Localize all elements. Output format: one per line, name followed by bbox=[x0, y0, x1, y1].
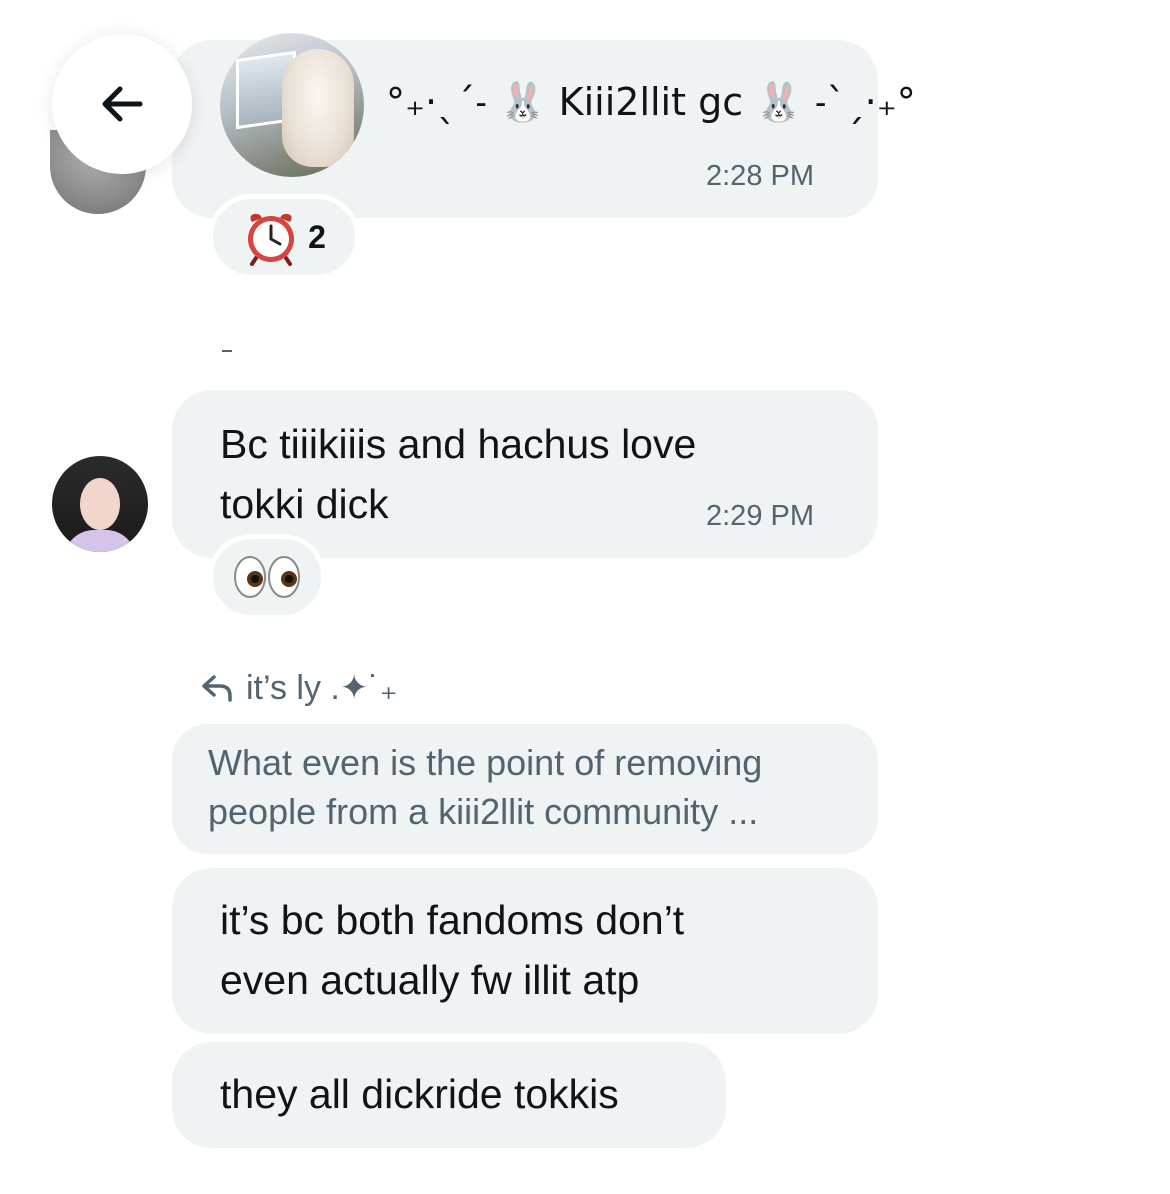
reply-context: it’s ly .✦˙₊ bbox=[200, 668, 398, 708]
arrow-left-icon bbox=[102, 86, 143, 122]
divider-mark bbox=[222, 350, 232, 352]
avatar-shirt bbox=[64, 530, 136, 552]
dm-conversation: °₊·ˎˊ˗ 🐰 Kiii2llit gc 🐰 ˗ˋˏ·₊° 2:28 PM 2… bbox=[0, 0, 1170, 1194]
group-avatar-plush bbox=[282, 49, 354, 167]
message-text-line: tokki dick bbox=[220, 481, 389, 527]
message-text-line: it’s bc both fandoms don’t bbox=[220, 897, 685, 943]
message-text-line: they all dickride tokkis bbox=[220, 1071, 619, 1117]
reply-author: it’s ly .✦˙₊ bbox=[246, 669, 398, 707]
back-button[interactable] bbox=[52, 34, 192, 174]
reaction-count: 2 bbox=[308, 218, 326, 255]
quoted-line: people from a kiii2llit community ... bbox=[208, 791, 759, 832]
quoted-line: What even is the point of removing bbox=[208, 742, 763, 783]
eyes-icon bbox=[234, 556, 300, 598]
quoted-message-text: What even is the point of removing peopl… bbox=[208, 738, 858, 836]
shared-card-timestamp: 2:28 PM bbox=[706, 160, 814, 192]
reaction-eyes[interactable] bbox=[208, 534, 326, 620]
reaction-alarm-clock[interactable]: 2 bbox=[208, 194, 360, 280]
alarm-clock-icon bbox=[248, 213, 295, 266]
message-timestamp: 2:29 PM bbox=[706, 500, 814, 532]
message-text-line: Bc tiiikiiis and hachus love bbox=[220, 421, 697, 467]
sender-avatar[interactable] bbox=[52, 456, 148, 552]
message-text-line: even actually fw illit atp bbox=[220, 957, 640, 1003]
group-card-title: °₊·ˎˊ˗ 🐰 Kiii2llit gc 🐰 ˗ˋˏ·₊° bbox=[386, 80, 916, 124]
avatar-face bbox=[80, 478, 120, 530]
group-avatar[interactable] bbox=[220, 33, 364, 177]
reply-arrow-icon bbox=[202, 675, 232, 702]
